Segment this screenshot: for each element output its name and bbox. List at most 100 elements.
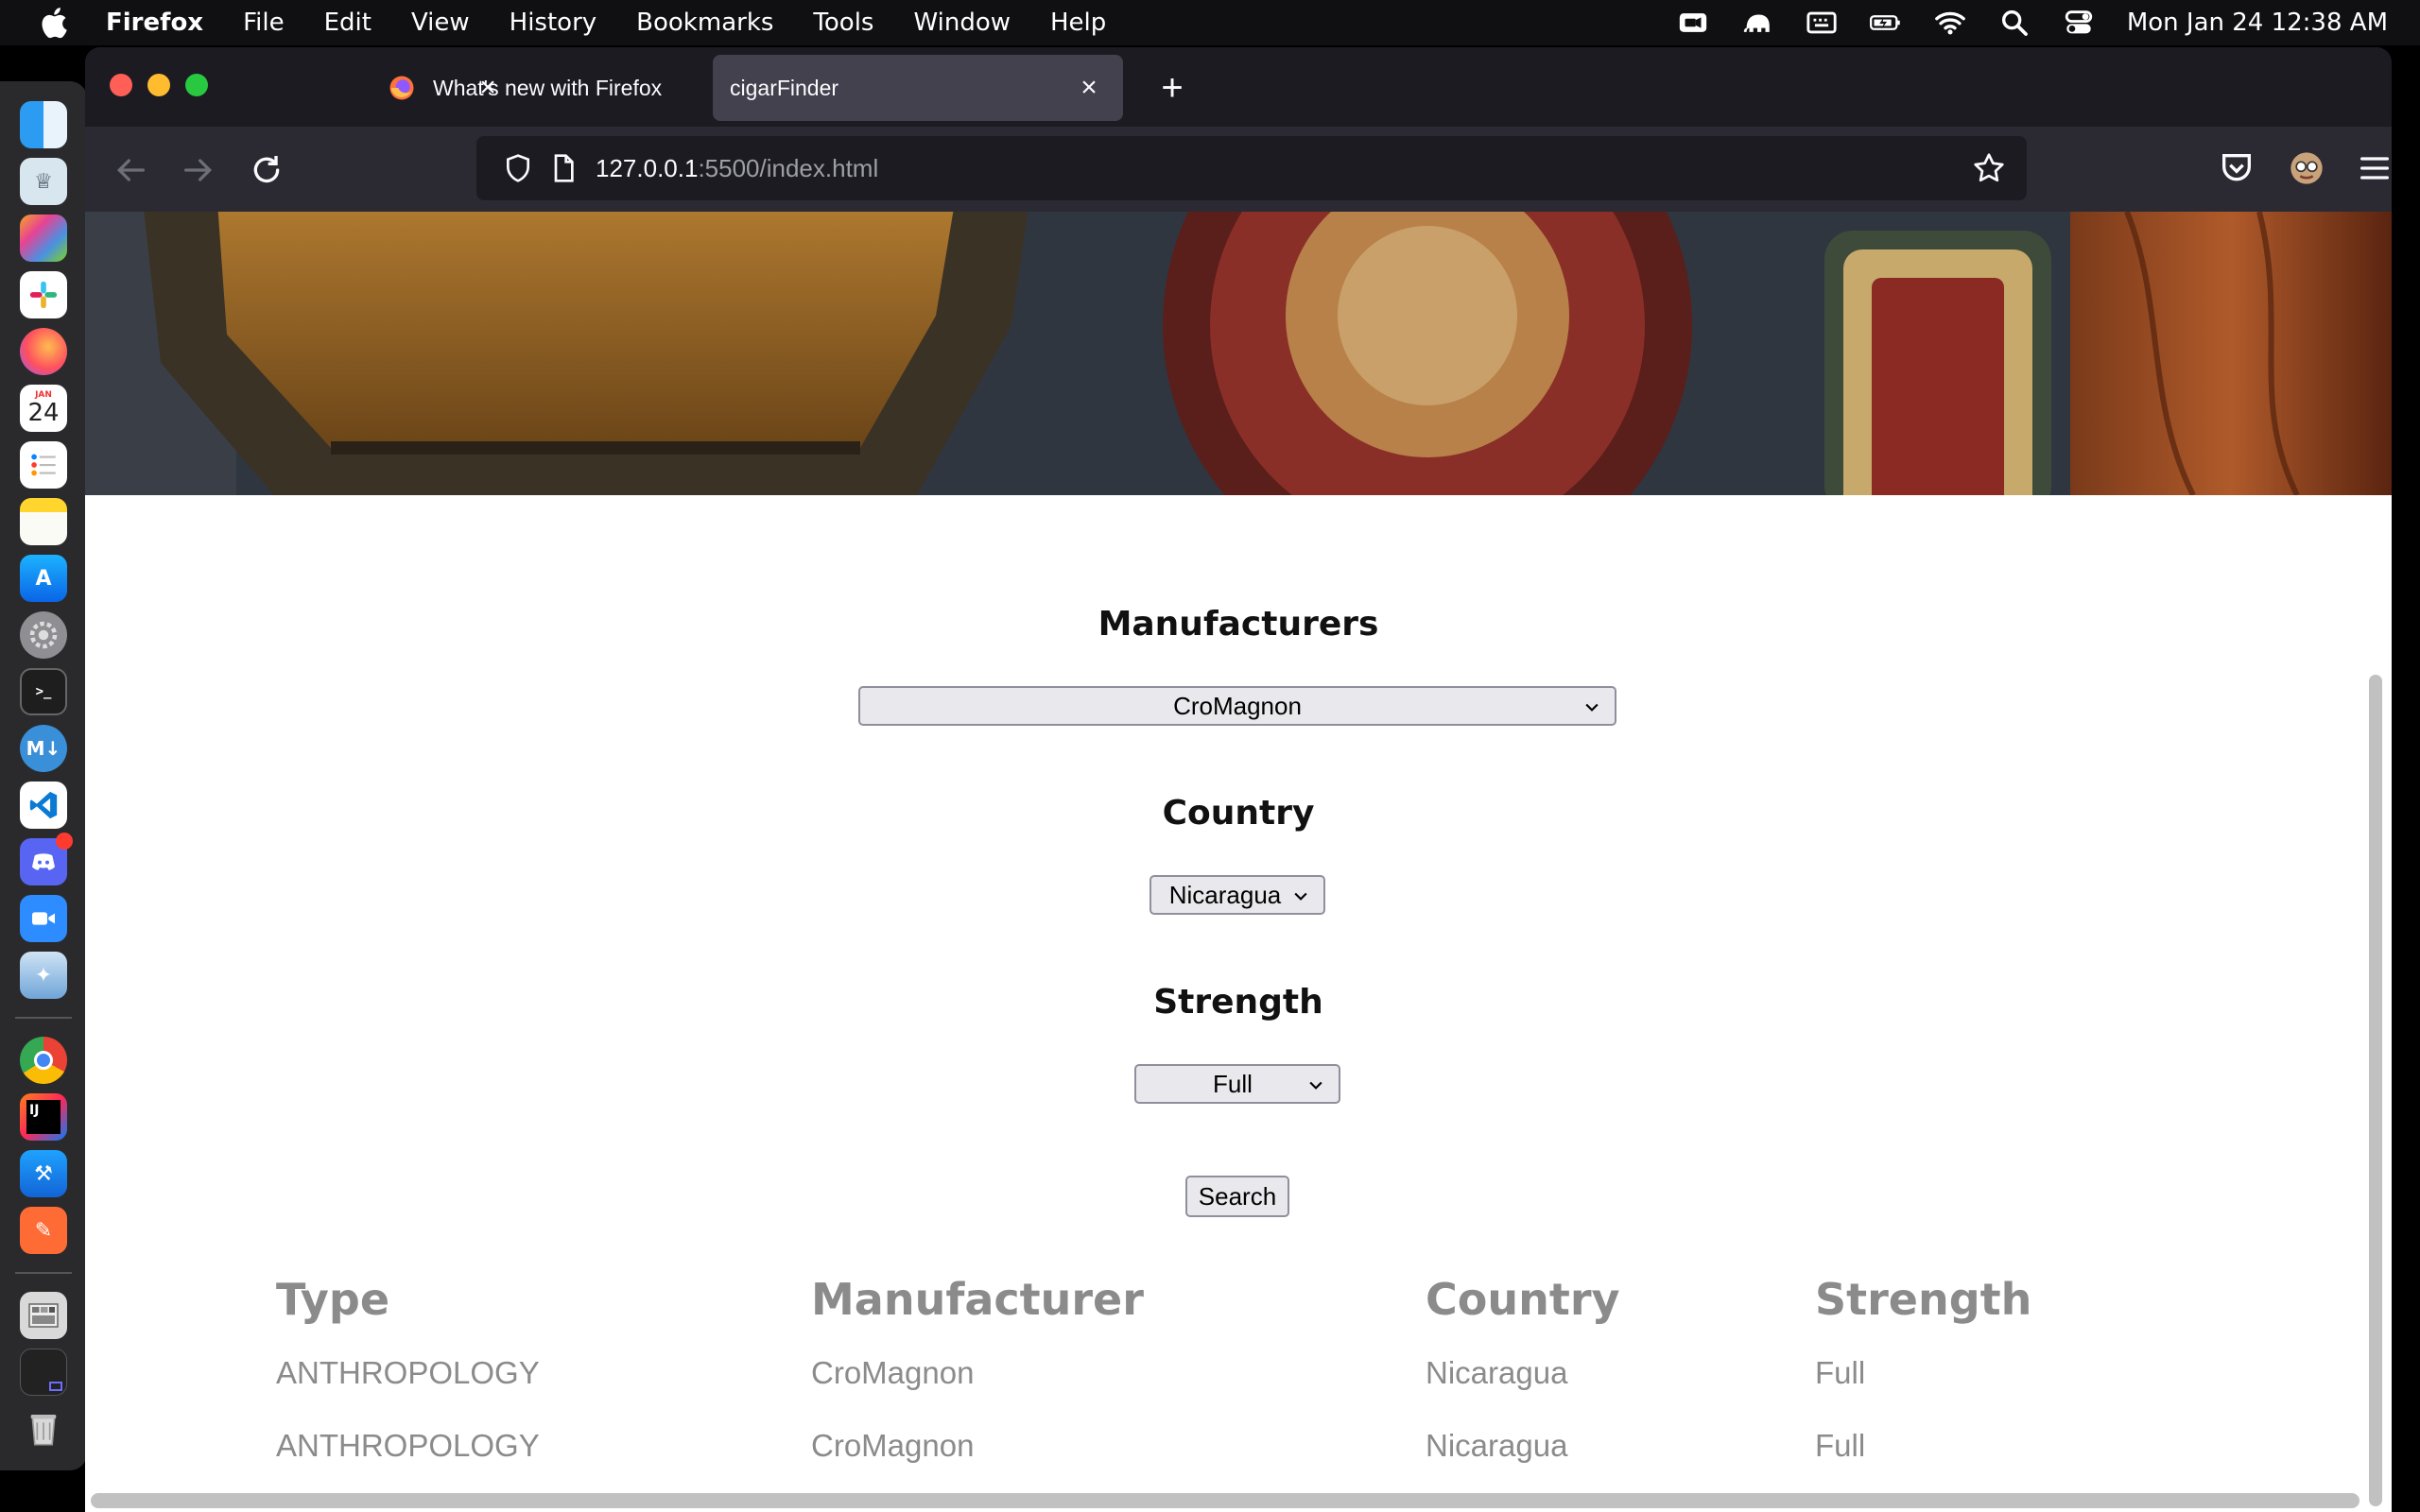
vertical-scrollbar[interactable] — [2369, 675, 2382, 1506]
country-select[interactable]: Nicaragua — [1150, 875, 1325, 915]
url-bar[interactable]: 127.0.0.1:5500/index.html — [476, 136, 2027, 200]
dock-system-preferences-icon[interactable] — [20, 611, 67, 659]
account-avatar-icon[interactable] — [2288, 149, 2325, 187]
menu-file[interactable]: File — [243, 9, 285, 37]
keyboard-icon[interactable] — [1806, 7, 1838, 39]
apple-icon[interactable] — [38, 5, 74, 41]
dock-chrome-icon[interactable] — [20, 1037, 67, 1084]
page-content: Manufacturers CroMagnon Country Nicaragu… — [85, 212, 2392, 1512]
url-text[interactable]: 127.0.0.1:5500/index.html — [596, 136, 878, 200]
tab-whats-new[interactable]: What's new with Firefox × — [293, 55, 785, 121]
dock-slack-icon[interactable] — [20, 271, 67, 318]
table-header-manufacturer: Manufacturer — [811, 1274, 1144, 1325]
macos-menu-bar: Firefox File Edit View History Bookmarks… — [0, 0, 2420, 45]
url-host: 127.0.0.1 — [596, 154, 699, 182]
bookmark-star-icon[interactable] — [1972, 151, 2006, 185]
strength-heading: Strength — [1153, 983, 1323, 1022]
hero-banner-image — [85, 212, 2392, 495]
dock-trash-icon[interactable] — [20, 1405, 67, 1452]
manufacturers-heading: Manufacturers — [1098, 605, 1379, 644]
tracking-shield-icon[interactable] — [503, 153, 533, 183]
manufacturer-select[interactable]: CroMagnon — [858, 686, 1616, 726]
chevron-down-icon — [1309, 1081, 1322, 1090]
spotlight-icon[interactable] — [1998, 7, 2031, 39]
dock-discord-icon[interactable] — [20, 833, 73, 885]
hamburger-menu-icon[interactable] — [2356, 149, 2392, 187]
tab-strip: What's new with Firefox × cigarFinder × … — [85, 47, 2392, 127]
dock-window-preview-icon[interactable] — [20, 1349, 67, 1396]
tab-title: What's new with Firefox — [433, 75, 663, 100]
wifi-icon[interactable] — [1934, 7, 1966, 39]
tab-cigarfinder[interactable]: cigarFinder × — [713, 55, 1123, 121]
page-info-icon[interactable] — [548, 153, 579, 183]
pocket-icon[interactable] — [2218, 149, 2256, 187]
menu-window[interactable]: Window — [913, 9, 1011, 37]
firefox-window: What's new with Firefox × cigarFinder × … — [85, 47, 2392, 1512]
new-tab-button[interactable]: + — [1153, 69, 1191, 108]
table-header-strength: Strength — [1815, 1274, 2032, 1325]
url-path: :5500/index.html — [698, 154, 879, 182]
menu-help[interactable]: Help — [1050, 9, 1106, 37]
dock-firefox-icon[interactable] — [20, 328, 67, 375]
table-cell-country: Nicaragua — [1426, 1355, 1568, 1390]
menu-app-firefox[interactable]: Firefox — [106, 9, 203, 37]
dock-calendar-icon[interactable]: JAN 24 — [20, 385, 67, 432]
dock-finder-icon[interactable] — [20, 101, 67, 148]
strength-select[interactable]: Full — [1134, 1064, 1340, 1104]
table-cell-type: ANTHROPOLOGY — [276, 1428, 540, 1463]
elephant-icon[interactable] — [1741, 7, 1773, 39]
menu-edit[interactable]: Edit — [324, 9, 372, 37]
menu-history[interactable]: History — [510, 9, 597, 37]
dock-pen-tool-icon[interactable]: ✎ — [20, 1207, 67, 1254]
table-cell-type: ANTHROPOLOGY — [276, 1355, 540, 1390]
dock-intellij-icon[interactable]: IJ — [20, 1093, 67, 1141]
dock-xcode-icon[interactable]: ⚒ — [20, 1150, 67, 1197]
dock-separator — [15, 1272, 72, 1274]
discord-notification-badge — [56, 833, 73, 850]
navigation-toolbar: 127.0.0.1:5500/index.html — [85, 127, 2392, 212]
dock-reminders-icon[interactable] — [20, 441, 67, 489]
table-cell-strength: Full — [1815, 1428, 1866, 1463]
dock-notes-icon[interactable] — [20, 498, 67, 545]
tab-close-icon[interactable]: × — [475, 74, 501, 102]
dock-cyberduck-icon[interactable]: ♕ — [20, 158, 67, 205]
dock-launchpad-icon[interactable] — [20, 215, 67, 262]
dock-vscode-icon[interactable] — [20, 782, 67, 829]
window-zoom-button[interactable] — [185, 74, 208, 96]
table-cell-manufacturer: CroMagnon — [811, 1428, 975, 1463]
menubar-clock[interactable]: Mon Jan 24 12:38 AM — [2127, 9, 2388, 37]
table-header-type: Type — [276, 1274, 390, 1325]
firefox-favicon-icon — [389, 76, 414, 100]
dock: ♕ JAN 24 A >_ M↓ ✦ IJ ⚒ ✎ — [0, 81, 87, 1470]
table-cell-strength: Full — [1815, 1355, 1866, 1390]
tab-close-icon[interactable]: × — [1076, 74, 1102, 102]
camera-icon[interactable] — [1677, 7, 1709, 39]
dock-photos-preview-icon[interactable] — [20, 1292, 67, 1339]
dock-terminal-icon[interactable]: >_ — [20, 668, 67, 715]
tab-title: cigarFinder — [730, 75, 839, 100]
dock-app-store-icon[interactable]: A — [20, 555, 67, 602]
table-header-country: Country — [1426, 1274, 1620, 1325]
window-minimize-button[interactable] — [147, 74, 170, 96]
calendar-day: 24 — [27, 399, 60, 427]
dock-separator — [15, 1017, 72, 1019]
country-heading: Country — [1162, 794, 1315, 833]
menu-view[interactable]: View — [411, 9, 470, 37]
manufacturer-selected-value: CroMagnon — [1173, 691, 1302, 720]
chevron-down-icon — [1585, 703, 1599, 712]
table-cell-country: Nicaragua — [1426, 1428, 1568, 1463]
window-close-button[interactable] — [110, 74, 132, 96]
control-center-icon[interactable] — [2063, 7, 2095, 39]
reload-icon[interactable] — [248, 151, 285, 189]
battery-icon[interactable] — [1869, 7, 1902, 39]
menu-tools[interactable]: Tools — [813, 9, 873, 37]
back-arrow-icon[interactable] — [112, 151, 149, 189]
forward-arrow-icon[interactable] — [180, 151, 217, 189]
dock-zoom-icon[interactable] — [20, 895, 67, 942]
search-button[interactable]: Search — [1185, 1176, 1289, 1217]
dock-instruments-icon[interactable]: ✦ — [20, 952, 67, 999]
menu-bookmarks[interactable]: Bookmarks — [636, 9, 773, 37]
horizontal-scrollbar[interactable] — [91, 1493, 2360, 1508]
strength-selected-value: Full — [1213, 1069, 1253, 1098]
dock-markdown-icon[interactable]: M↓ — [20, 725, 67, 772]
